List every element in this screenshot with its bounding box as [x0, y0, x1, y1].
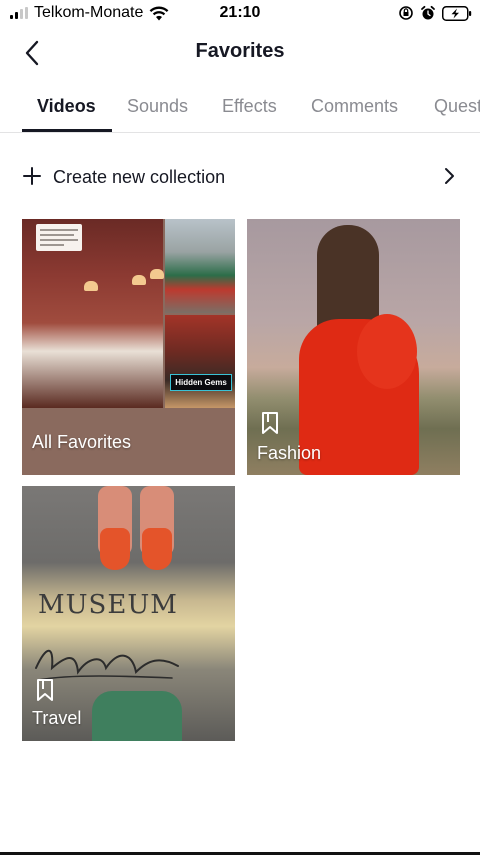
chevron-right-icon [445, 168, 454, 184]
museum-sign-text: MUSEUM [38, 590, 178, 620]
lamp-shape [132, 275, 146, 285]
status-bar: Telkom-Monate 21:10 [0, 0, 480, 26]
alarm-icon [421, 5, 435, 20]
thumbnail-figure-ruffle [357, 314, 417, 389]
create-collection-row[interactable]: Create new collection [0, 155, 480, 199]
tab-comments[interactable]: Comments [311, 96, 398, 117]
thumbnail-restaurant [22, 219, 164, 408]
comment-bubble-thumbnail [36, 224, 82, 251]
bookmark-icon [262, 412, 278, 434]
collection-name: All Favorites [32, 432, 132, 452]
page-title: Favorites [195, 40, 285, 62]
orientation-lock-icon [399, 6, 413, 20]
collection-card-all-favorites[interactable]: Hidden Gems All Favorites [22, 219, 235, 475]
tab-videos[interactable]: Videos [37, 96, 96, 117]
status-right [398, 4, 472, 22]
thumbnail-green-shape [92, 691, 182, 741]
tab-questions[interactable]: Questions [434, 96, 480, 117]
create-collection-label: Create new collection [53, 167, 226, 187]
collection-card-fashion[interactable]: Fashion [247, 219, 460, 475]
bookmark-icon [37, 679, 53, 701]
thumbnail-shoe [142, 528, 172, 570]
tab-bar: Videos Sounds Effects Comments Questions [0, 88, 480, 133]
plus-icon [23, 167, 41, 185]
thumbnail-interior [165, 315, 235, 408]
collection-name: Travel [32, 708, 82, 728]
lamp-shape [150, 269, 164, 279]
tab-effects[interactable]: Effects [222, 96, 277, 117]
hidden-gems-badge: Hidden Gems [170, 374, 232, 391]
collection-name: Fashion [257, 443, 322, 463]
lamp-shape [84, 281, 98, 291]
thumbnail-shoe [100, 528, 130, 570]
thumbnail-street [165, 219, 235, 313]
battery-icon [442, 5, 472, 21]
active-tab-indicator [22, 129, 112, 132]
collection-card-travel[interactable]: MUSEUM Travel [22, 486, 235, 741]
tab-sounds[interactable]: Sounds [127, 96, 188, 117]
